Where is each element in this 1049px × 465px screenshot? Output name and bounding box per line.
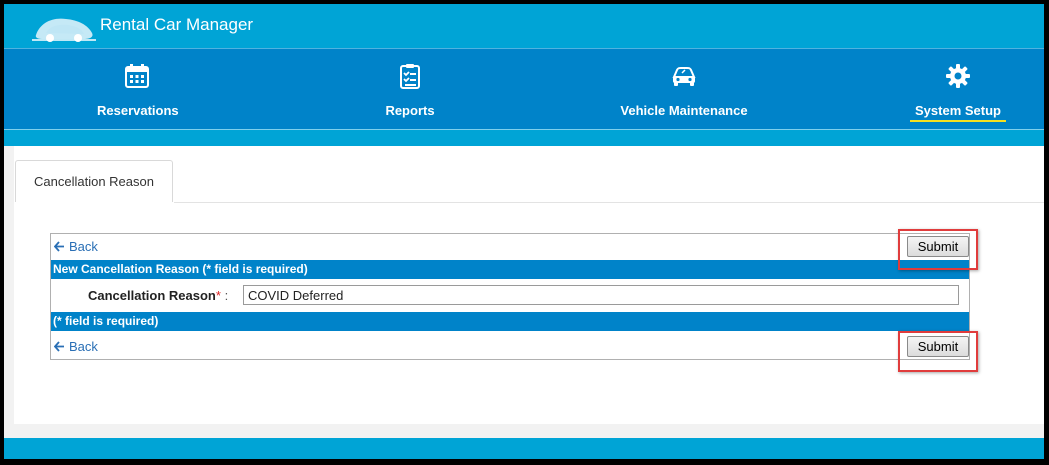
- form-footer-note: (* field is required): [51, 312, 969, 331]
- cancellation-reason-form: Back Submit New Cancellation Reason (* f…: [50, 233, 970, 360]
- back-link-bottom[interactable]: Back: [54, 339, 98, 354]
- calendar-icon: [125, 64, 149, 88]
- arrow-left-icon: [54, 341, 64, 352]
- app-title: Rental Car Manager: [100, 15, 254, 34]
- nav-label: Vehicle Maintenance: [620, 103, 748, 118]
- footer-bar: [4, 438, 1044, 459]
- nav-reservations[interactable]: Reservations: [97, 49, 179, 130]
- highlight-box-bottom: [898, 331, 978, 372]
- back-label: Back: [69, 239, 98, 254]
- field-label: Cancellation Reason* :: [88, 288, 229, 303]
- form-section-header: New Cancellation Reason (* field is requ…: [51, 260, 969, 279]
- back-link-top[interactable]: Back: [54, 239, 98, 254]
- nav-vehicle-maintenance[interactable]: Vehicle Maintenance: [620, 49, 748, 130]
- car-icon: [672, 67, 696, 86]
- checklist-icon: [400, 64, 420, 89]
- highlight-box-top: [898, 229, 978, 270]
- nav-system-setup[interactable]: System Setup: [910, 49, 1006, 130]
- top-action-row: Back Submit: [51, 234, 971, 260]
- content-area: Cancellation Reason Back Submit New Canc…: [4, 146, 1044, 438]
- arrow-left-icon: [54, 241, 64, 252]
- main-nav: Reservations Reports Vehicle Maintenance…: [4, 48, 1044, 130]
- title-bar: Rental Car Manager: [4, 4, 1044, 48]
- bottom-action-row: Back Submit: [51, 334, 971, 360]
- active-underline: [910, 120, 1006, 122]
- gear-icon: [946, 64, 970, 88]
- car-logo-icon: [32, 18, 96, 42]
- content-panel: Cancellation Reason Back Submit New Canc…: [14, 146, 1044, 424]
- app-window: Rental Car Manager Reservations Reports …: [4, 4, 1044, 459]
- nav-label: Reports: [385, 103, 435, 118]
- cancellation-reason-input[interactable]: [243, 285, 959, 305]
- cancellation-reason-row: Cancellation Reason* :: [51, 282, 969, 310]
- tab-label: Cancellation Reason: [34, 174, 154, 189]
- required-marker: *: [215, 288, 221, 303]
- nav-label: Reservations: [97, 103, 179, 118]
- sub-bar: [4, 129, 1044, 146]
- back-label: Back: [69, 339, 98, 354]
- nav-reports[interactable]: Reports: [384, 49, 436, 130]
- nav-label: System Setup: [915, 103, 1001, 118]
- tab-divider: [174, 202, 1044, 203]
- tab-cancellation-reason[interactable]: Cancellation Reason: [15, 160, 173, 202]
